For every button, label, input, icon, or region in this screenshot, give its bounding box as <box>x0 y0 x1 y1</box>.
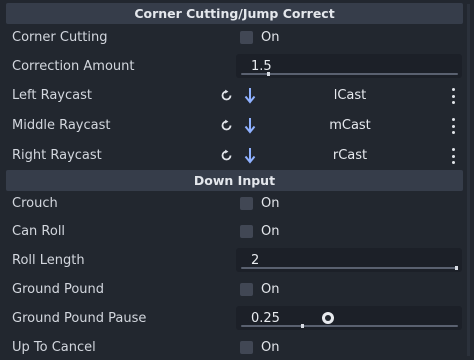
property-label: Roll Length <box>12 253 85 268</box>
ground-pound-pause-spinbox[interactable]: 0.25 <box>236 306 462 330</box>
can-roll-checkbox[interactable] <box>240 225 253 238</box>
vertical-dots-icon[interactable] <box>450 118 456 134</box>
section-title: Down Input <box>193 173 276 188</box>
property-row-ground-pound: Ground Pound On <box>0 275 474 304</box>
property-row-can-roll: Can Roll On <box>0 217 474 246</box>
property-label: Ground Pound <box>12 282 105 297</box>
property-label: Corner Cutting <box>12 30 108 45</box>
property-label: Left Raycast <box>12 88 92 103</box>
node-path-field[interactable]: lCast <box>262 83 438 107</box>
roll-length-spinbox[interactable]: 2 <box>236 248 462 272</box>
property-label: Crouch <box>12 196 58 211</box>
section-header-corner-cutting[interactable]: Corner Cutting/Jump Correct <box>6 3 463 24</box>
value-slider-grabber[interactable] <box>266 72 270 76</box>
property-label: Can Roll <box>12 224 66 239</box>
reload-icon[interactable] <box>220 149 233 162</box>
up-to-cancel-checkbox[interactable] <box>240 341 253 354</box>
property-row-middle-raycast: Middle Raycast mCast <box>0 111 474 140</box>
arrow-down-icon[interactable] <box>244 147 256 164</box>
value-slider-track[interactable] <box>241 325 458 327</box>
property-row-left-raycast: Left Raycast lCast <box>0 81 474 110</box>
checkbox-label[interactable]: On <box>261 275 279 304</box>
property-label: Right Raycast <box>12 148 102 163</box>
section-header-down-input[interactable]: Down Input <box>6 170 463 191</box>
property-row-right-raycast: Right Raycast rCast <box>0 141 474 170</box>
property-row-roll-length: Roll Length 2 <box>0 246 474 275</box>
property-row-corner-cutting: Corner Cutting On <box>0 23 474 52</box>
arrow-down-icon[interactable] <box>244 117 256 134</box>
value-slider-grabber[interactable] <box>300 324 304 328</box>
vertical-scrollbar[interactable] <box>467 4 470 356</box>
ground-pound-checkbox[interactable] <box>240 283 253 296</box>
arrow-down-icon[interactable] <box>244 87 256 104</box>
property-label: Up To Cancel <box>12 340 96 355</box>
checkbox-label[interactable]: On <box>261 189 279 218</box>
reload-icon[interactable] <box>220 89 233 102</box>
property-label: Middle Raycast <box>12 118 111 133</box>
property-row-correction-amount: Correction Amount 1.5 <box>0 52 474 81</box>
correction-amount-spinbox[interactable]: 1.5 <box>236 54 462 78</box>
property-label: Correction Amount <box>12 59 135 74</box>
property-row-ground-pound-pause: Ground Pound Pause 0.25 <box>0 304 474 333</box>
corner-cutting-checkbox[interactable] <box>240 31 253 44</box>
vertical-dots-icon[interactable] <box>450 148 456 164</box>
node-path-field[interactable]: rCast <box>262 143 438 167</box>
vertical-dots-icon[interactable] <box>450 88 456 104</box>
checkbox-label[interactable]: On <box>261 23 279 52</box>
value-slider-grabber[interactable] <box>455 266 458 270</box>
inspector-panel: Corner Cutting/Jump Correct Corner Cutti… <box>0 0 474 360</box>
property-label: Ground Pound Pause <box>12 311 147 326</box>
checkbox-label[interactable]: On <box>261 333 279 360</box>
crouch-checkbox[interactable] <box>240 197 253 210</box>
value-slider-track[interactable] <box>241 267 458 269</box>
reload-icon[interactable] <box>220 119 233 132</box>
checkbox-label[interactable]: On <box>261 217 279 246</box>
node-path-field[interactable]: mCast <box>262 113 438 137</box>
slider-handle-icon[interactable] <box>322 312 334 324</box>
property-row-up-to-cancel: Up To Cancel On <box>0 333 474 360</box>
value-slider-track[interactable] <box>241 73 458 75</box>
property-row-crouch: Crouch On <box>0 189 474 218</box>
section-title: Corner Cutting/Jump Correct <box>134 6 335 21</box>
